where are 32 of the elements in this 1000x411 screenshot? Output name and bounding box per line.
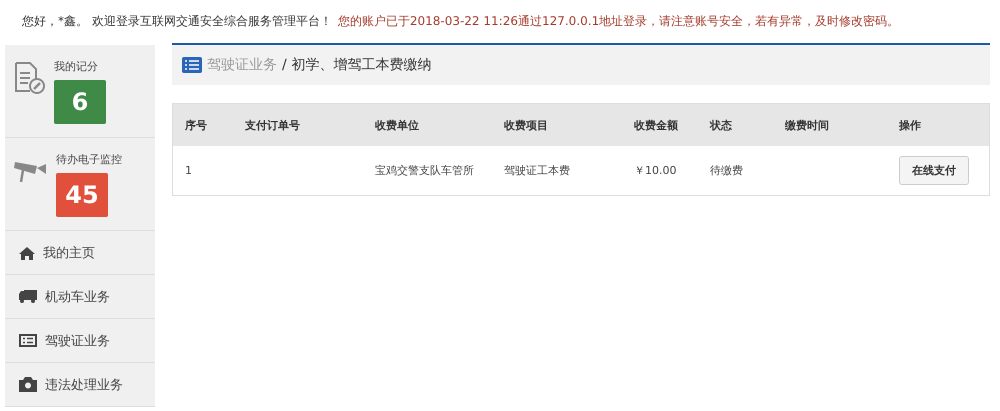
column-header: 序号 <box>185 118 208 132</box>
table-cell-text: 宝鸡交警支队车管所 <box>375 163 475 178</box>
stat-label: 待办电子监控 <box>56 152 122 167</box>
stat-label: 我的记分 <box>54 59 99 74</box>
list-icon <box>182 57 202 73</box>
column-header: 状态 <box>710 118 733 132</box>
column-header: 操作 <box>899 118 922 132</box>
table-cell-text: 待缴费 <box>710 163 744 178</box>
greeting-text: 您好，*鑫。 欢迎登录互联网交通安全综合服务管理平台！ <box>22 13 332 30</box>
breadcrumb-separator: / <box>282 57 287 73</box>
count-badge: 45 <box>56 173 108 217</box>
column-header: 收费项目 <box>504 118 549 132</box>
sidebar-item[interactable]: 驾驶证业务 <box>5 319 155 363</box>
sidebar-item[interactable]: 机动车业务 <box>5 275 155 319</box>
sidebar-item[interactable]: 我的主页 <box>5 231 155 275</box>
column-header: 支付订单号 <box>245 118 301 132</box>
breadcrumb-current: 初学、增驾工本费缴纳 <box>292 56 432 74</box>
camera-icon <box>19 377 37 392</box>
column-header: 收费金额 <box>634 118 679 132</box>
table-cell-text: 1 <box>185 164 193 177</box>
count-badge: 6 <box>54 80 106 124</box>
table-cell-text: ￥10.00 <box>634 163 678 178</box>
list-icon <box>19 334 37 347</box>
document-edit-icon <box>14 61 46 95</box>
column-header: 收费单位 <box>375 118 420 132</box>
login-notice: 您的账户已于2018-03-22 11:26通过127.0.0.1地址登录，请注意账号安全，若有异常，及时修改密码。 <box>338 13 900 30</box>
pay-online-button[interactable]: 在线支付 <box>899 156 969 185</box>
home-icon <box>19 246 35 260</box>
table-cell-text: 驾驶证工本费 <box>504 163 571 178</box>
truck-icon <box>19 290 37 303</box>
column-header: 缴费时间 <box>785 118 830 132</box>
sidebar-item[interactable]: 违法处理业务 <box>5 363 155 407</box>
